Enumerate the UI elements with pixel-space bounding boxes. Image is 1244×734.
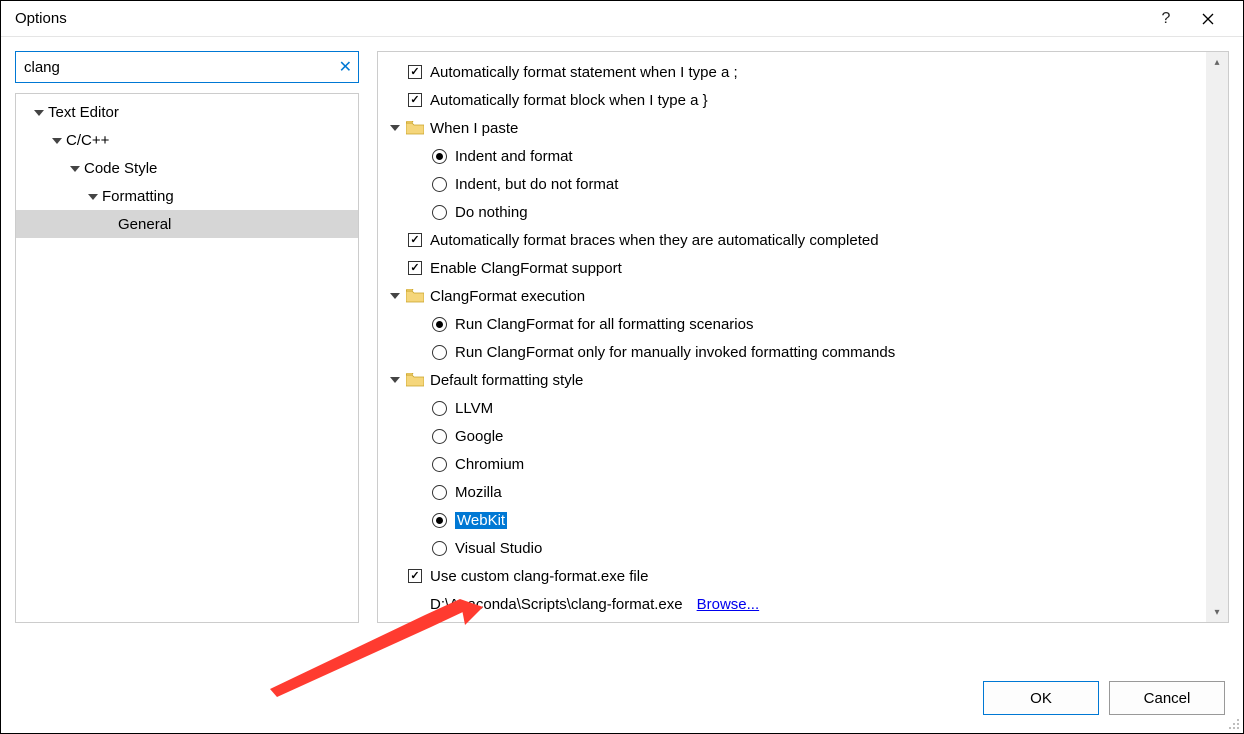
search-input[interactable]: ✕ [15,51,359,83]
label: Google [455,428,503,445]
clear-search-icon[interactable]: ✕ [339,57,352,77]
folder-icon [406,373,424,387]
label: Automatically format block when I type a… [430,92,708,109]
window-title: Options [15,10,67,27]
resize-grip-icon[interactable] [1227,717,1241,731]
clang-format-path: D:\Anaconda\Scripts\clang-format.exe [430,596,683,613]
checkbox-icon [408,65,422,79]
chevron-down-icon [390,125,400,131]
radio-icon [432,485,447,500]
tree-item[interactable]: General [16,210,358,238]
checkbox-auto-format-braces[interactable]: Automatically format braces when they ar… [378,226,1206,254]
radio-indent-only[interactable]: Indent, but do not format [378,170,1206,198]
group-label: When I paste [430,120,518,137]
tree-item-label: C/C++ [66,132,109,149]
tree-item-label: General [118,216,171,233]
checkbox-icon [408,93,422,107]
label: Run ClangFormat for all formatting scena… [455,316,753,333]
radio-icon [432,541,447,556]
search-field[interactable] [24,59,339,76]
radio-chromium[interactable]: Chromium [378,450,1206,478]
tree-item[interactable]: C/C++ [16,126,358,154]
radio-exec-manual[interactable]: Run ClangFormat only for manually invoke… [378,338,1206,366]
group-label: Default formatting style [430,372,583,389]
label: Indent and format [455,148,573,165]
radio-google[interactable]: Google [378,422,1206,450]
label: Enable ClangFormat support [430,260,622,277]
folder-icon [406,289,424,303]
group-default-style[interactable]: Default formatting style [378,366,1206,394]
chevron-down-icon [52,138,62,144]
tree-item-label: Text Editor [48,104,119,121]
browse-link[interactable]: Browse... [697,596,760,613]
radio-do-nothing[interactable]: Do nothing [378,198,1206,226]
checkbox-auto-format-statement[interactable]: Automatically format statement when I ty… [378,58,1206,86]
group-when-paste[interactable]: When I paste [378,114,1206,142]
radio-indent-and-format[interactable]: Indent and format [378,142,1206,170]
label: Automatically format braces when they ar… [430,232,879,249]
checkbox-icon [408,233,422,247]
tree-item-label: Formatting [102,188,174,205]
scroll-down-icon[interactable]: ▾ [1206,602,1228,622]
group-clangformat-execution[interactable]: ClangFormat execution [378,282,1206,310]
label: Use custom clang-format.exe file [430,568,648,585]
radio-visual-studio[interactable]: Visual Studio [378,534,1206,562]
ok-button[interactable]: OK [983,681,1099,715]
close-button[interactable] [1187,1,1229,37]
label: Do nothing [455,204,528,221]
label: LLVM [455,400,493,417]
radio-icon [432,149,447,164]
label: Visual Studio [455,540,542,557]
tree-item[interactable]: Text Editor [16,98,358,126]
scrollbar[interactable]: ▴ ▾ [1206,52,1228,622]
radio-icon [432,457,447,472]
label: Indent, but do not format [455,176,618,193]
checkbox-enable-clangformat[interactable]: Enable ClangFormat support [378,254,1206,282]
radio-icon [432,513,447,528]
label: Mozilla [455,484,502,501]
label: Automatically format statement when I ty… [430,64,738,81]
cancel-button[interactable]: Cancel [1109,681,1225,715]
radio-icon [432,317,447,332]
checkbox-custom-clang-format-exe[interactable]: Use custom clang-format.exe file [378,562,1206,590]
settings-panel: Automatically format statement when I ty… [377,51,1229,623]
radio-icon [432,345,447,360]
group-label: ClangFormat execution [430,288,585,305]
checkbox-icon [408,569,422,583]
radio-icon [432,429,447,444]
radio-icon [432,401,447,416]
label: WebKit [455,512,507,529]
radio-icon [432,177,447,192]
radio-mozilla[interactable]: Mozilla [378,478,1206,506]
chevron-down-icon [34,110,44,116]
label: Run ClangFormat only for manually invoke… [455,344,895,361]
titlebar: Options ? [1,1,1243,37]
radio-llvm[interactable]: LLVM [378,394,1206,422]
scroll-up-icon[interactable]: ▴ [1206,52,1228,72]
chevron-down-icon [390,377,400,383]
chevron-down-icon [88,194,98,200]
help-button[interactable]: ? [1145,1,1187,37]
radio-exec-all[interactable]: Run ClangFormat for all formatting scena… [378,310,1206,338]
tree-item[interactable]: Formatting [16,182,358,210]
label: Chromium [455,456,524,473]
checkbox-icon [408,261,422,275]
radio-icon [432,205,447,220]
chevron-down-icon [390,293,400,299]
checkbox-auto-format-block[interactable]: Automatically format block when I type a… [378,86,1206,114]
folder-icon [406,121,424,135]
tree-item-label: Code Style [84,160,157,177]
chevron-down-icon [70,166,80,172]
clang-format-path-row: D:\Anaconda\Scripts\clang-format.exe Brow… [378,590,1206,618]
tree-item[interactable]: Code Style [16,154,358,182]
options-tree[interactable]: Text Editor C/C++ Code Style Formatting Gene… [15,93,359,623]
radio-webkit[interactable]: WebKit [378,506,1206,534]
